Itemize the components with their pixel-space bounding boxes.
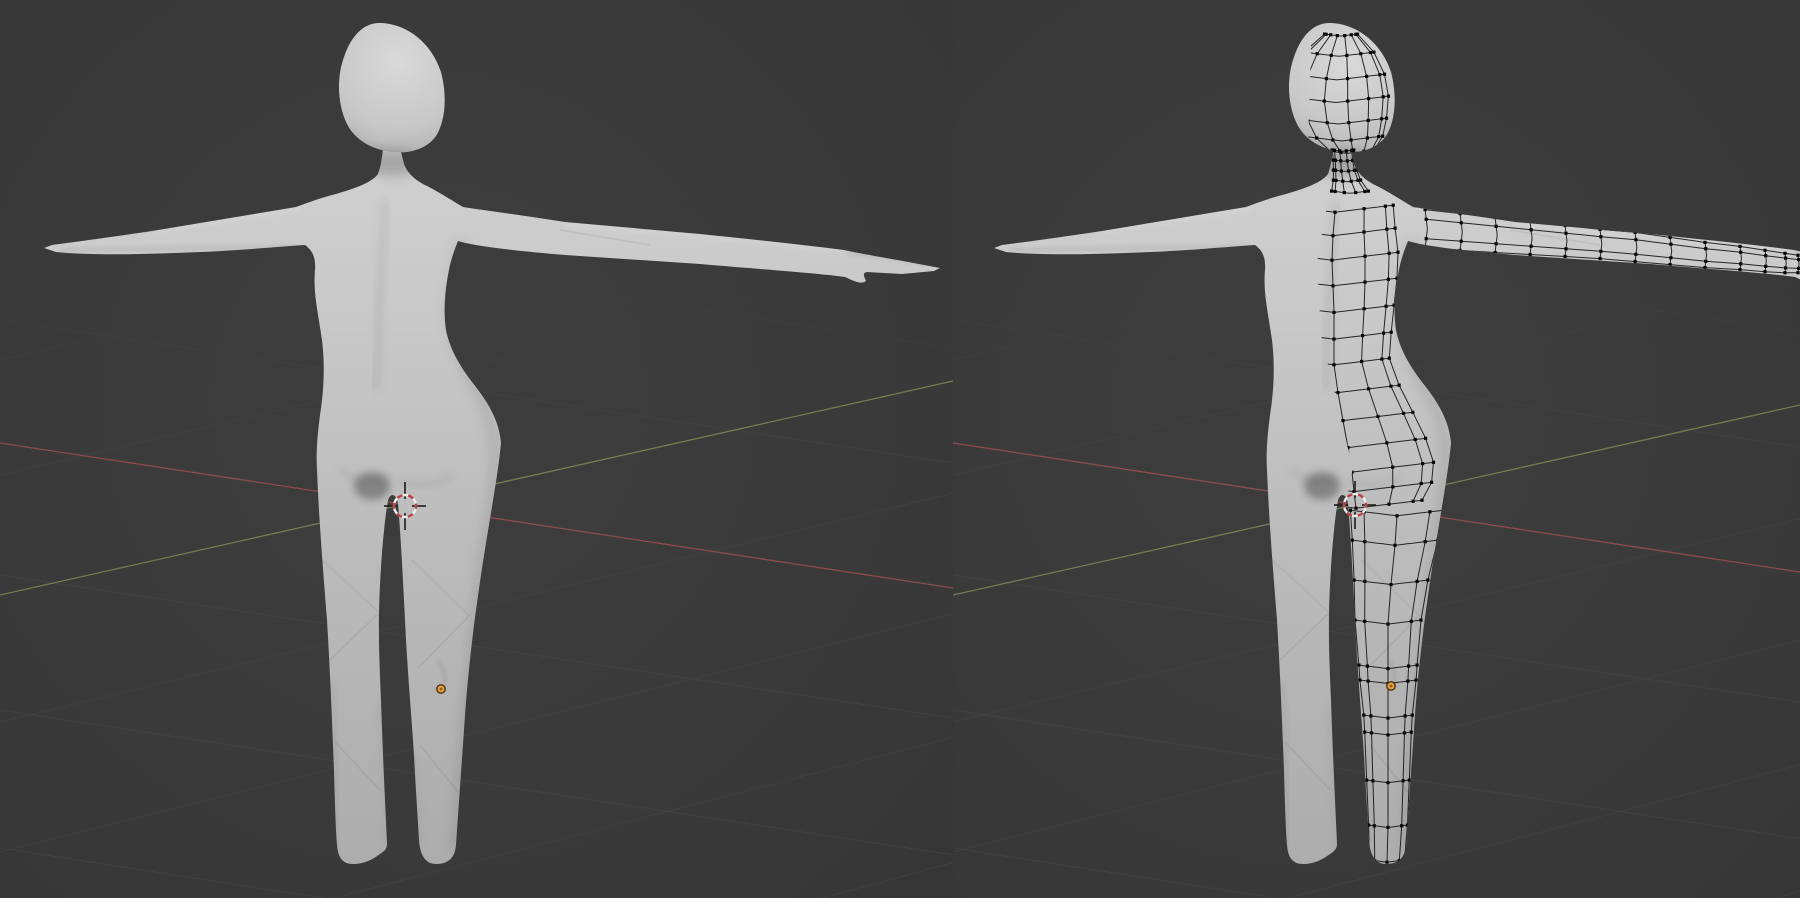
object-origin-dot <box>1387 682 1395 690</box>
viewport-wireframe-canvas <box>953 0 1800 898</box>
viewport-composite <box>0 0 1800 898</box>
viewport-shaded-canvas <box>0 0 953 898</box>
viewport-wireframe[interactable] <box>953 0 1800 898</box>
viewport-shaded[interactable] <box>0 0 953 898</box>
object-origin-dot <box>437 685 445 693</box>
